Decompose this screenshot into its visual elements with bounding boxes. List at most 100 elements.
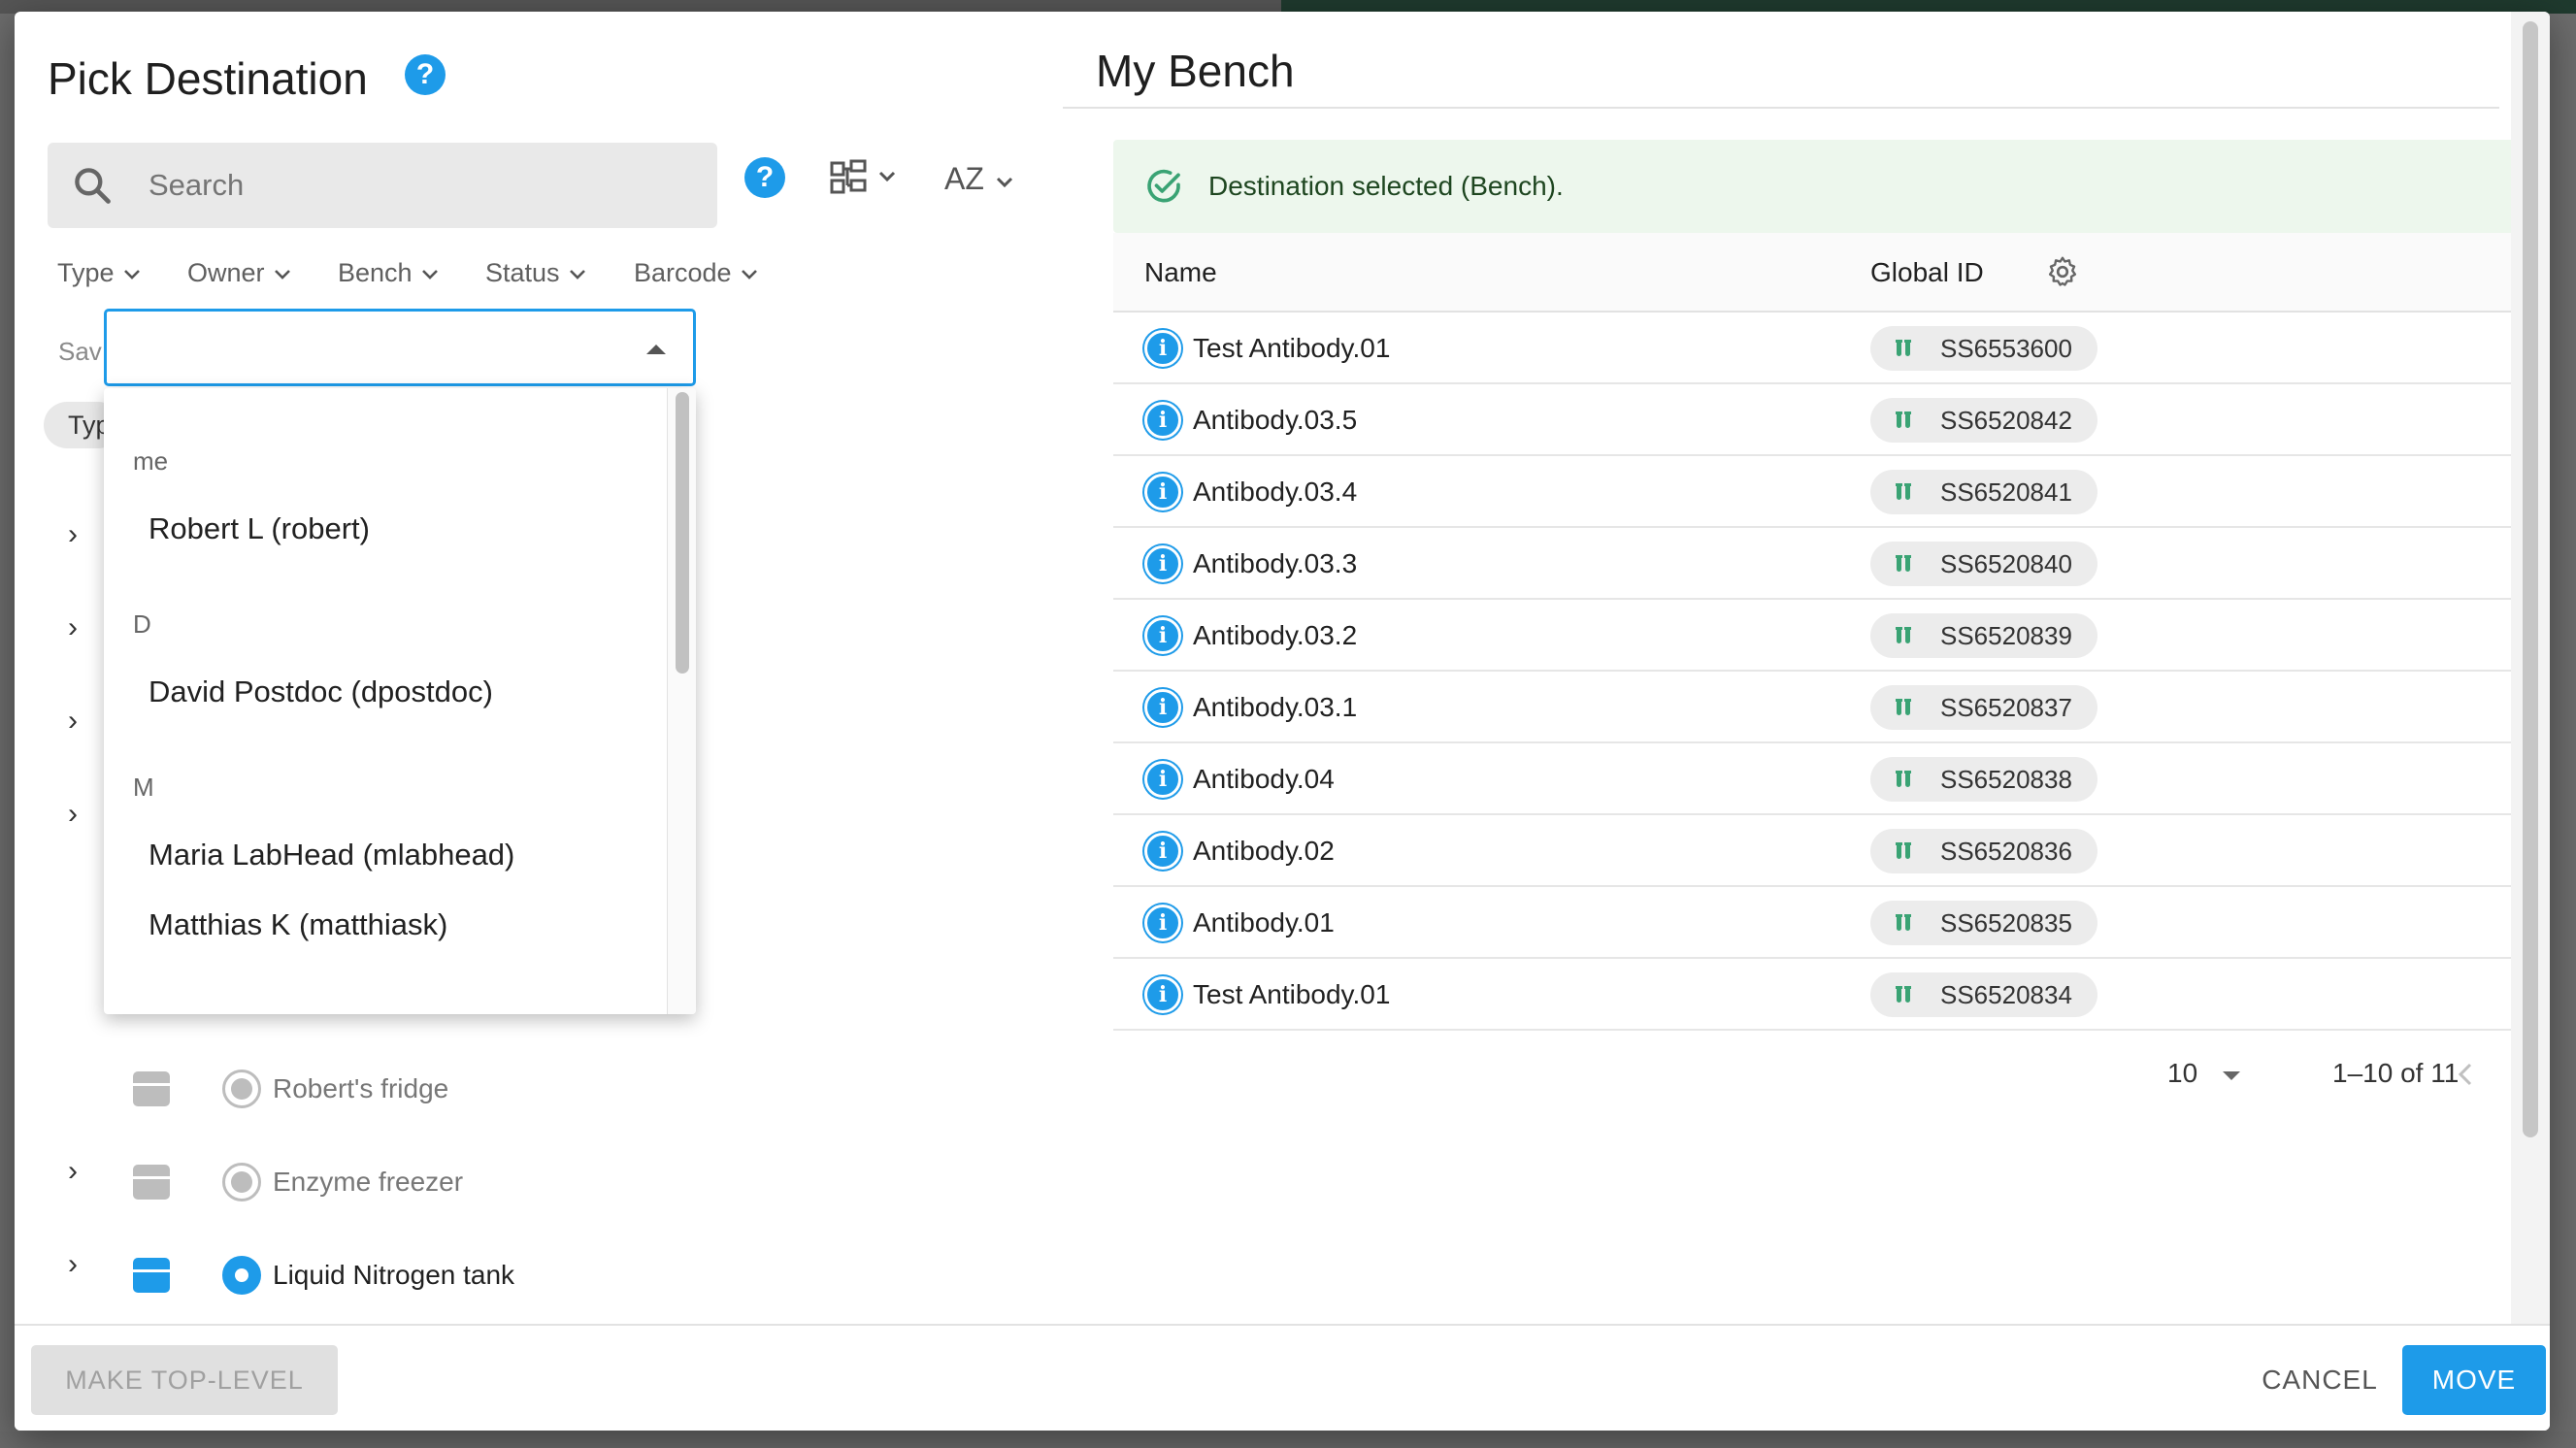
rows-per-page-select[interactable]: 10 xyxy=(2167,1058,2242,1089)
info-icon[interactable]: i xyxy=(1144,330,1181,367)
filter-type[interactable]: Type xyxy=(57,258,142,288)
shared-globe-icon xyxy=(222,1070,261,1108)
table-row[interactable]: i Antibody.03.4 SS6520841 xyxy=(1113,456,2521,528)
item-name: Antibody.03.1 xyxy=(1193,692,1358,722)
global-id-chip[interactable]: SS6553600 xyxy=(1870,326,2097,371)
filter-bench[interactable]: Bench xyxy=(338,258,440,288)
global-id-chip[interactable]: SS6520835 xyxy=(1870,901,2097,945)
info-icon[interactable]: i xyxy=(1144,761,1181,798)
subsample-tube-icon xyxy=(1896,627,1911,643)
global-id-text: SS6520834 xyxy=(1940,980,2072,1009)
global-id-text: SS6520841 xyxy=(1940,477,2072,507)
item-name: Test Antibody.01 xyxy=(1193,333,1391,363)
global-id-text: SS6520836 xyxy=(1940,837,2072,866)
item-name: Test Antibody.01 xyxy=(1193,979,1391,1009)
table-row[interactable]: i Antibody.03.1 SS6520837 xyxy=(1113,672,2521,743)
column-header-global-id[interactable]: Global ID xyxy=(1870,233,1984,313)
column-header-name[interactable]: Name xyxy=(1144,233,1217,313)
dialog-footer: MAKE TOP-LEVEL CANCEL MOVE xyxy=(15,1324,2550,1431)
tree-expand-icon[interactable]: › xyxy=(68,518,78,551)
table-row[interactable]: i Test Antibody.01 SS6553600 xyxy=(1113,313,2521,384)
search-help-icon[interactable]: ? xyxy=(744,157,785,198)
search-input[interactable] xyxy=(149,143,692,228)
global-id-chip[interactable]: SS6520837 xyxy=(1870,685,2097,730)
info-icon[interactable]: i xyxy=(1144,474,1181,510)
gear-icon[interactable] xyxy=(2045,254,2080,289)
tree-expand-icon[interactable]: › xyxy=(68,611,78,644)
panel-scroll-thumb[interactable] xyxy=(2523,21,2538,1137)
sort-menu-button[interactable]: AZ xyxy=(944,161,1032,204)
info-icon[interactable]: i xyxy=(1144,402,1181,439)
tree-view-toggle[interactable] xyxy=(826,157,913,200)
my-bench-panel: My Bench Destination selected (Bench). N… xyxy=(1063,12,2550,1324)
info-icon[interactable]: i xyxy=(1144,833,1181,870)
sort-label: AZ xyxy=(944,161,984,196)
item-name: Antibody.02 xyxy=(1193,836,1335,866)
chevron-down-icon xyxy=(996,177,1012,187)
item-name: Antibody.03.4 xyxy=(1193,477,1358,507)
table-row[interactable]: i Antibody.02 SS6520836 xyxy=(1113,815,2521,887)
divider xyxy=(1063,107,2499,109)
table-row[interactable]: i Test Antibody.01 SS6520834 xyxy=(1113,959,2521,1031)
tree-item[interactable]: Robert's fridge xyxy=(15,1060,1063,1118)
option-item[interactable]: David Postdoc (dpostdoc) xyxy=(104,658,667,726)
option-item[interactable]: Maria LabHead (mlabhead) xyxy=(104,821,667,889)
saved-searches-label: Sav xyxy=(58,337,102,366)
dropdown-scrollbar[interactable] xyxy=(667,388,696,1014)
table-row[interactable]: i Antibody.03.5 SS6520842 xyxy=(1113,384,2521,456)
option-item[interactable]: Robert L (robert) xyxy=(104,495,667,563)
cancel-button[interactable]: CANCEL xyxy=(2247,1345,2393,1415)
container-box-icon xyxy=(133,1165,170,1200)
global-id-chip[interactable]: SS6520834 xyxy=(1870,972,2097,1017)
help-icon[interactable]: ? xyxy=(405,54,446,95)
tree-item[interactable]: › Liquid Nitrogen tank xyxy=(15,1246,1063,1304)
subsample-tube-icon xyxy=(1896,555,1911,572)
table-row[interactable]: i Antibody.03.2 SS6520839 xyxy=(1113,600,2521,672)
global-id-text: SS6520842 xyxy=(1940,406,2072,435)
owner-select[interactable] xyxy=(104,309,696,386)
make-top-level-button[interactable]: MAKE TOP-LEVEL xyxy=(31,1345,338,1415)
global-id-text: SS6520840 xyxy=(1940,549,2072,578)
tree-expand-icon[interactable]: › xyxy=(68,1248,78,1281)
table-row[interactable]: i Antibody.01 SS6520835 xyxy=(1113,887,2521,959)
global-id-chip[interactable]: SS6520839 xyxy=(1870,613,2097,658)
info-icon[interactable]: i xyxy=(1144,689,1181,726)
global-id-chip[interactable]: SS6520836 xyxy=(1870,829,2097,873)
filter-bench-label: Bench xyxy=(338,258,413,287)
panel-scrollbar[interactable] xyxy=(2511,12,2550,1324)
caret-up-icon[interactable] xyxy=(646,345,666,354)
chevron-down-icon xyxy=(122,258,142,288)
tree-item-label: Enzyme freezer xyxy=(273,1167,464,1197)
tree-item[interactable]: › Enzyme freezer xyxy=(15,1153,1063,1211)
move-button[interactable]: MOVE xyxy=(2402,1345,2546,1415)
global-id-chip[interactable]: SS6520838 xyxy=(1870,757,2097,802)
item-name: Antibody.03.5 xyxy=(1193,405,1358,435)
success-alert: Destination selected (Bench). xyxy=(1113,140,2521,233)
filter-type-label: Type xyxy=(57,258,115,287)
tree-expand-icon[interactable]: › xyxy=(68,798,78,831)
dropdown-scroll-thumb[interactable] xyxy=(676,392,689,674)
option-item[interactable]: Matthias K (matthiask) xyxy=(104,891,667,959)
chevron-left-icon[interactable] xyxy=(2453,1060,2480,1089)
tree-expand-icon[interactable]: › xyxy=(68,705,78,738)
table-row[interactable]: i Antibody.03.3 SS6520840 xyxy=(1113,528,2521,600)
owner-select-input[interactable] xyxy=(118,321,623,376)
option-group-header: M xyxy=(133,773,154,802)
global-id-chip[interactable]: SS6520840 xyxy=(1870,542,2097,586)
info-icon[interactable]: i xyxy=(1144,545,1181,582)
filter-barcode-label: Barcode xyxy=(634,258,732,287)
filter-owner-label: Owner xyxy=(187,258,265,287)
info-icon[interactable]: i xyxy=(1144,617,1181,654)
info-icon[interactable]: i xyxy=(1144,905,1181,941)
filter-status[interactable]: Status xyxy=(485,258,587,288)
search-icon xyxy=(75,168,111,204)
filter-owner[interactable]: Owner xyxy=(187,258,292,288)
subsample-tube-icon xyxy=(1896,411,1911,428)
check-circle-icon xyxy=(1147,169,1180,203)
filter-barcode[interactable]: Barcode xyxy=(634,258,759,288)
global-id-chip[interactable]: SS6520842 xyxy=(1870,398,2097,443)
tree-expand-icon[interactable]: › xyxy=(68,1155,78,1188)
info-icon[interactable]: i xyxy=(1144,976,1181,1013)
global-id-chip[interactable]: SS6520841 xyxy=(1870,470,2097,514)
table-row[interactable]: i Antibody.04 SS6520838 xyxy=(1113,743,2521,815)
